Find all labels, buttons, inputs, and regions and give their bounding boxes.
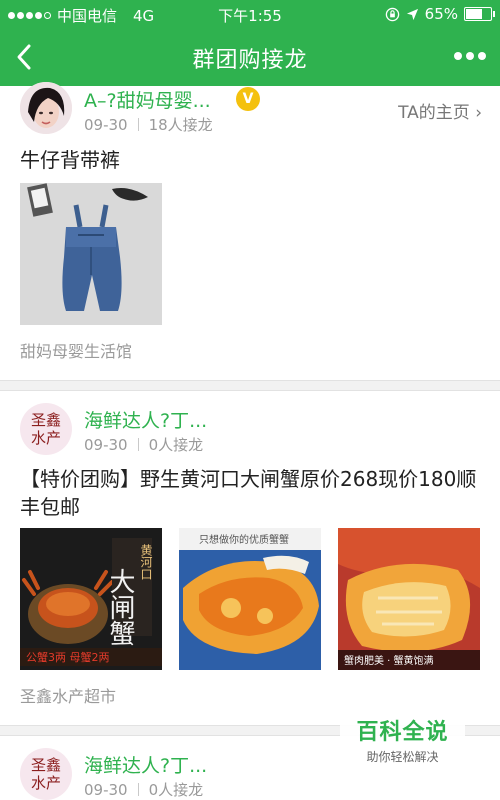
status-right: 65% xyxy=(385,5,495,23)
image-caption: 蟹肉肥美 · 蟹黄饱满 xyxy=(344,654,434,667)
poster-side-text: 黄河口 xyxy=(139,544,153,580)
image-banner-text: 只想做你的优质蟹蟹 xyxy=(199,533,289,546)
meta-divider xyxy=(137,118,139,131)
participant-count: 18人接龙 xyxy=(148,116,213,134)
watermark: 百科全说 助你轻松解决 xyxy=(340,704,465,764)
product-image[interactable]: 蟹肉肥美 · 蟹黄饱满 xyxy=(338,528,480,670)
page-title: 群团购接龙 xyxy=(192,48,308,73)
product-image[interactable]: 大闸蟹 黄河口 公蟹3两 母蟹2两 xyxy=(20,528,162,670)
product-image[interactable] xyxy=(20,183,162,325)
shop-name[interactable]: 甜妈母婴生活馆 xyxy=(20,338,132,362)
avatar[interactable]: 圣鑫水产 xyxy=(20,748,72,800)
crab-meat-image: 蟹肉肥美 · 蟹黄饱满 xyxy=(338,528,480,670)
home-link[interactable]: TA的主页 › xyxy=(398,98,482,123)
author-name[interactable]: 海鲜达人?丁... xyxy=(84,751,207,778)
participant-count: 0人接龙 xyxy=(148,781,204,799)
crab-roe-image: 只想做你的优质蟹蟹 xyxy=(179,528,321,670)
avatar[interactable]: 圣鑫水产 xyxy=(20,403,72,455)
crab-poster-image: 大闸蟹 黄河口 公蟹3两 母蟹2两 xyxy=(20,528,162,670)
watermark-title: 百科全说 xyxy=(356,720,449,745)
post-card[interactable]: 圣鑫水产 海鲜达人?丁... 09-30 0人接龙 【特价团购】野生黄河口大闸蟹原… xyxy=(0,391,500,725)
verified-badge-icon: V xyxy=(236,87,260,111)
status-bar: 中国电信 4G 下午1:55 65% xyxy=(0,0,500,28)
post-meta: 09-30 0人接龙 xyxy=(84,434,203,455)
overalls-image xyxy=(20,183,162,325)
post-date: 09-30 xyxy=(84,436,128,454)
participant-count: 0人接龙 xyxy=(148,436,204,454)
orientation-lock-icon xyxy=(385,7,399,21)
battery-icon xyxy=(464,7,495,21)
more-dots-icon xyxy=(454,52,462,60)
post-date: 09-30 xyxy=(84,116,128,134)
post-title[interactable]: 牛仔背带裤 xyxy=(20,146,490,174)
post-title[interactable]: 【特价团购】野生黄河口大闸蟹原价268现价180顺丰包邮 xyxy=(20,465,490,521)
author-name[interactable]: 海鲜达人?丁... xyxy=(84,406,207,433)
avatar[interactable] xyxy=(20,82,72,134)
post-meta: 09-30 18人接龙 xyxy=(84,114,213,135)
poster-vertical-text: 大闸蟹 xyxy=(105,568,135,646)
product-image[interactable]: 只想做你的优质蟹蟹 xyxy=(179,528,321,670)
avatar-seal-text: 圣鑫水产 xyxy=(30,411,61,447)
more-button[interactable] xyxy=(454,52,486,60)
nav-bar: 群团购接龙 xyxy=(0,28,500,86)
post-card[interactable]: A–?甜妈母婴... V TA的主页 › 09-30 18人接龙 牛仔背带裤 甜妈… xyxy=(0,82,500,380)
meta-divider xyxy=(137,438,139,451)
shop-name[interactable]: 圣鑫水产超市 xyxy=(20,683,116,707)
avatar-photo xyxy=(20,82,72,134)
post-date: 09-30 xyxy=(84,781,128,799)
watermark-subtitle: 助你轻松解决 xyxy=(366,750,439,764)
location-arrow-icon xyxy=(406,8,418,20)
poster-caption: 公蟹3两 母蟹2两 xyxy=(26,650,110,664)
battery-fill xyxy=(466,9,482,19)
author-name[interactable]: A–?甜妈母婴... xyxy=(84,86,211,113)
post-gap xyxy=(0,381,500,390)
battery-percent: 65% xyxy=(424,5,458,23)
avatar-seal-text: 圣鑫水产 xyxy=(30,756,61,792)
